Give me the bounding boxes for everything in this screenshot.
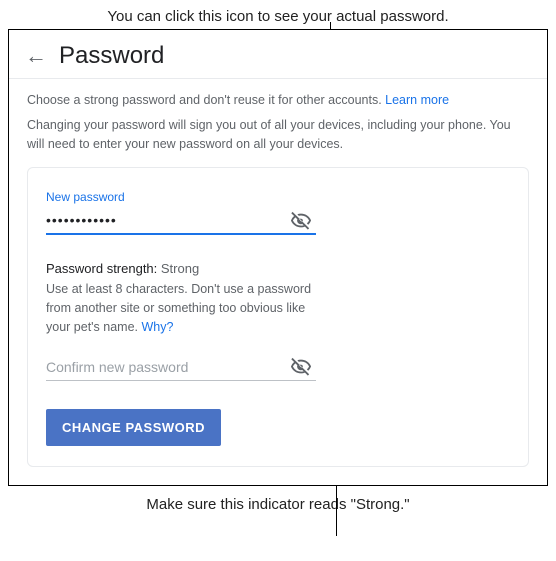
info-text-2: Changing your password will sign you out…	[27, 116, 529, 154]
password-panel: ← Password Choose a strong password and …	[8, 29, 548, 486]
learn-more-link[interactable]: Learn more	[385, 93, 449, 107]
annotation-top: You can click this icon to see your actu…	[0, 0, 556, 29]
panel-body: Choose a strong password and don't reuse…	[9, 79, 547, 485]
info-text-1-prefix: Choose a strong password and don't reuse…	[27, 93, 385, 107]
page-title: Password	[59, 42, 164, 70]
hint-body: Use at least 8 characters. Don't use a p…	[46, 282, 311, 334]
confirm-password-input-row	[46, 355, 316, 381]
new-password-input[interactable]	[46, 208, 286, 233]
password-strength-row: Password strength: Strong	[46, 261, 510, 276]
panel-header: ← Password	[9, 30, 547, 78]
change-password-button[interactable]: CHANGE PASSWORD	[46, 409, 221, 446]
why-link[interactable]: Why?	[142, 320, 174, 334]
back-arrow-icon[interactable]: ←	[25, 45, 47, 67]
new-password-block: New password	[46, 190, 510, 235]
visibility-off-icon[interactable]	[286, 356, 316, 378]
password-card: New password Password strength: Strong U…	[27, 167, 529, 466]
strength-value: Strong	[161, 261, 199, 276]
annotation-bottom: Make sure this indicator reads "Strong."	[0, 486, 556, 523]
password-hint: Use at least 8 characters. Don't use a p…	[46, 280, 316, 336]
confirm-password-block	[46, 355, 510, 381]
visibility-off-icon[interactable]	[286, 210, 316, 232]
new-password-label: New password	[46, 190, 510, 204]
confirm-password-input[interactable]	[46, 355, 286, 380]
new-password-input-row	[46, 208, 316, 235]
info-text-1: Choose a strong password and don't reuse…	[27, 91, 529, 110]
strength-label: Password strength:	[46, 261, 161, 276]
